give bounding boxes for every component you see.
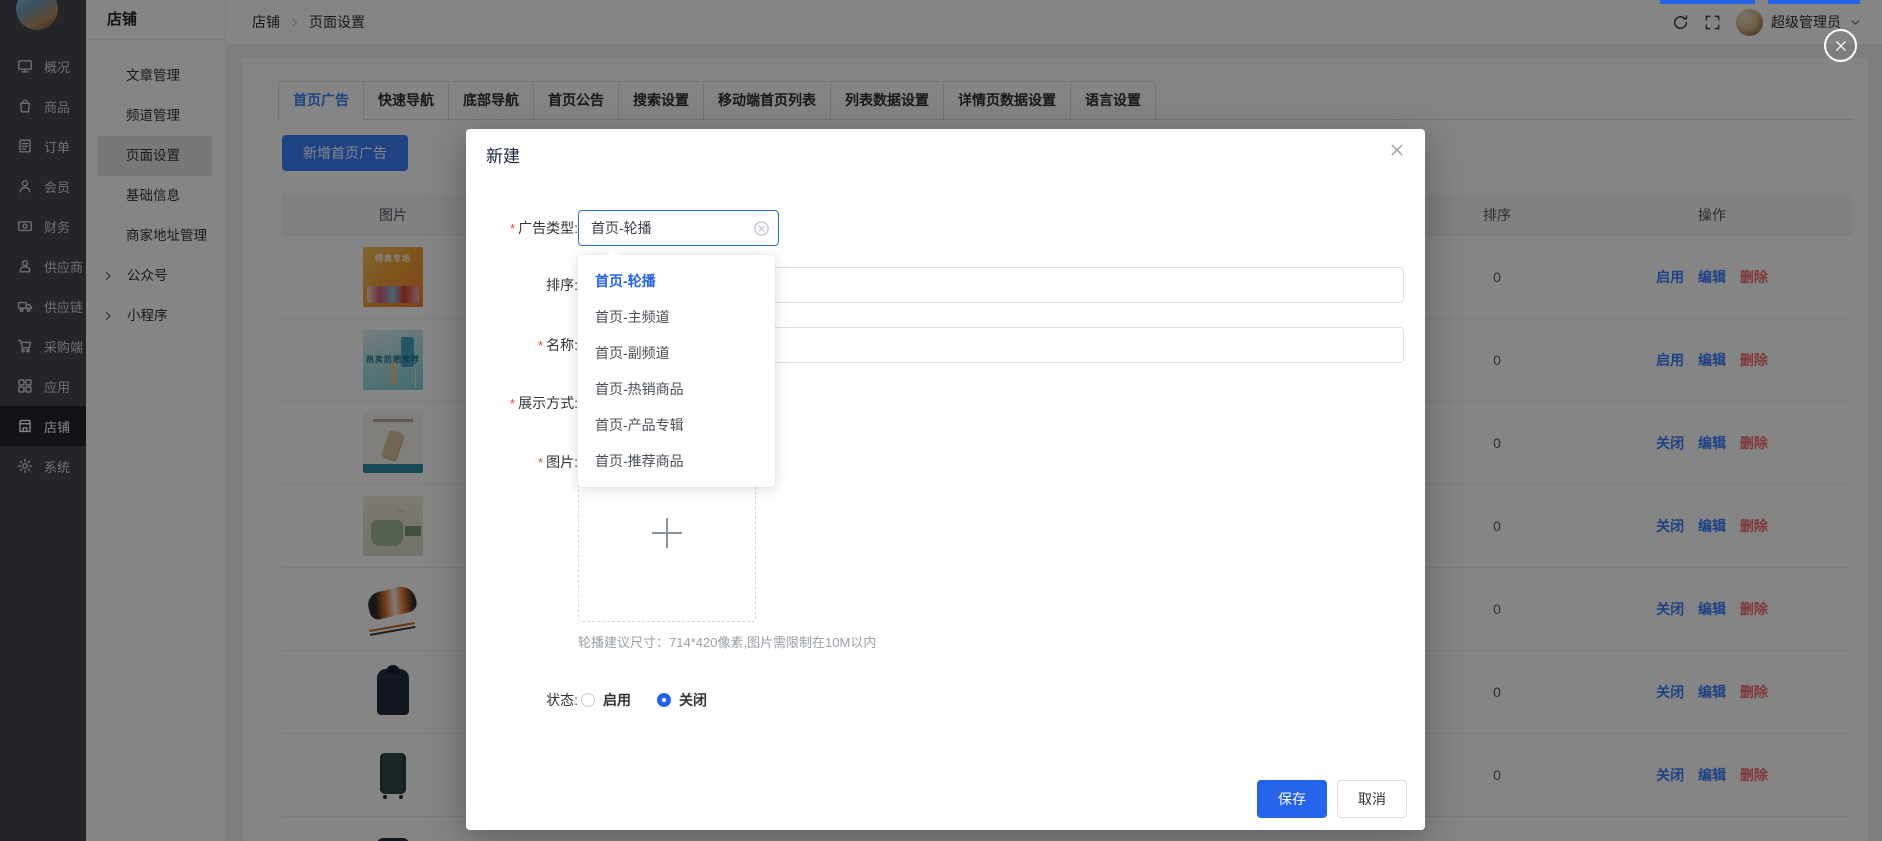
save-button[interactable]: 保存 xyxy=(1257,780,1327,818)
required-star: * xyxy=(510,221,515,236)
required-star: * xyxy=(538,455,543,470)
status-radio-enable[interactable]: 启用 xyxy=(581,690,631,710)
ad-type-select[interactable]: 首页-轮播 xyxy=(578,210,779,246)
image-label: *图片: xyxy=(476,452,578,473)
ad-type-selected-value: 首页-轮播 xyxy=(591,218,652,238)
dropdown-list: 首页-轮播首页-主频道首页-副频道首页-热销商品首页-产品专辑首页-推荐商品 xyxy=(578,263,775,479)
ad-type-dropdown: 首页-轮播首页-主频道首页-副频道首页-热销商品首页-产品专辑首页-推荐商品 xyxy=(578,255,775,487)
dropdown-option[interactable]: 首页-轮播 xyxy=(578,263,775,299)
dropdown-option[interactable]: 首页-推荐商品 xyxy=(578,443,775,479)
dropdown-option[interactable]: 首页-副频道 xyxy=(578,335,775,371)
status-label: 状态: xyxy=(476,690,578,710)
top-blue-bar xyxy=(1768,0,1860,4)
required-star: * xyxy=(510,396,515,411)
sort-label: 排序: xyxy=(476,275,578,295)
plus-icon xyxy=(652,518,682,548)
modal-title: 新建 xyxy=(486,142,520,167)
cancel-button[interactable]: 取消 xyxy=(1337,780,1407,818)
modal-close-icon[interactable] xyxy=(1389,142,1405,158)
display-mode-label: *展示方式: xyxy=(476,393,578,414)
dropdown-option[interactable]: 首页-主频道 xyxy=(578,299,775,335)
app-root: 概况 商品 订单 会员 财务 供应商 供应链 采购端 应用 店铺 系统 店铺 文… xyxy=(0,0,1882,841)
dropdown-option[interactable]: 首页-产品专辑 xyxy=(578,407,775,443)
clear-icon[interactable] xyxy=(753,220,770,237)
radio-icon xyxy=(581,693,595,707)
dropdown-option[interactable]: 首页-热销商品 xyxy=(578,371,775,407)
status-radio-disable[interactable]: 关闭 xyxy=(657,690,707,710)
upload-hint: 轮播建议尺寸：714*420像素,图片需限制在10M以内 xyxy=(578,632,876,651)
page-close-button[interactable] xyxy=(1824,29,1857,62)
new-ad-modal: 新建 *广告类型: 首页-轮播 排序: *名称: *展示方式: *图片: 轮播建… xyxy=(466,129,1425,830)
required-star: * xyxy=(538,338,543,353)
ad-type-label: *广告类型: xyxy=(476,218,578,239)
top-blue-bar xyxy=(1660,0,1755,4)
status-radio-group: 启用 关闭 xyxy=(581,690,707,710)
radio-icon xyxy=(657,693,671,707)
dropdown-notch xyxy=(606,249,619,262)
name-label: *名称: xyxy=(476,335,578,356)
